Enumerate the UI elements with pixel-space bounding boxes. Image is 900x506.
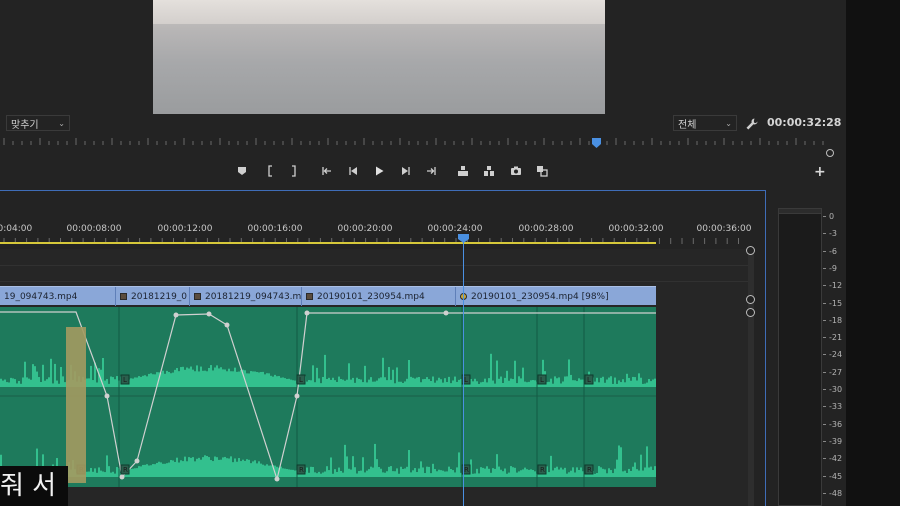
ruler-label: 00:00:32:00	[608, 224, 664, 234]
clip-label: 20190101_230954.mp4 [98%]	[471, 291, 609, 302]
resolution-dropdown[interactable]: 전체 ⌄	[673, 115, 737, 131]
go-to-in-icon[interactable]	[319, 162, 335, 180]
meter-scale-label: -24	[823, 350, 842, 359]
scroll-handle-mid[interactable]	[746, 295, 755, 304]
ruler-label: 00:00:20:00	[337, 224, 393, 234]
fx-badge-icon	[194, 293, 201, 300]
svg-text:R: R	[299, 466, 304, 474]
video-clip[interactable]: 20190101_230954.mp4 [98%]	[456, 287, 656, 306]
scroll-handle-bottom[interactable]	[746, 308, 755, 317]
meter-scale-label: -15	[823, 299, 842, 308]
svg-text:R: R	[464, 466, 469, 474]
meter-bar	[778, 208, 822, 506]
monitor-time-ruler[interactable]	[0, 136, 838, 152]
meter-scale-label: -3	[823, 229, 837, 238]
meter-scale-label: -21	[823, 333, 842, 342]
fx-badge-icon	[306, 293, 313, 300]
chevron-down-icon: ⌄	[725, 118, 732, 128]
panel-edge	[846, 0, 900, 506]
audio-track-a1[interactable]: L L L L L R R R R R R	[0, 307, 656, 487]
video-clip[interactable]: 20181219_0	[116, 287, 190, 306]
add-button-icon[interactable]: +	[814, 164, 826, 180]
video-track-v1[interactable]: 19_094743.mp4 20181219_0 20181219_094743…	[0, 286, 656, 306]
marker-icon[interactable]	[234, 162, 250, 180]
ruler-label: 00:00:08:00	[66, 224, 122, 234]
selected-region[interactable]	[66, 327, 86, 483]
ruler-label: 00:00:24:00	[427, 224, 483, 234]
monitor-end-handle[interactable]	[826, 149, 834, 157]
meter-scale-label: -42	[823, 454, 842, 463]
resolution-dropdown-label: 전체	[678, 119, 697, 131]
meter-scale-label: -18	[823, 316, 842, 325]
video-preview	[153, 0, 605, 114]
ruler-label: 00:00:16:00	[247, 224, 303, 234]
work-area-bar[interactable]	[0, 242, 656, 244]
video-clip[interactable]: 20190101_230954.mp4	[302, 287, 456, 306]
monitor-playhead[interactable]	[592, 138, 601, 148]
subtitle-overlay: 줘 서	[0, 466, 68, 506]
playhead-handle[interactable]	[458, 234, 469, 243]
timeline-ruler[interactable]: 00:04:00 00:00:08:00 00:00:12:00 00:00:1…	[0, 224, 766, 236]
meter-scale-label: -12	[823, 281, 842, 290]
video-clip[interactable]: 20181219_094743.m	[190, 287, 302, 306]
fit-dropdown-label: 맞추기	[11, 119, 39, 131]
playhead-line[interactable]	[463, 237, 464, 506]
extract-icon[interactable]	[481, 162, 497, 180]
svg-text:R: R	[587, 466, 592, 474]
transport-controls	[0, 162, 846, 182]
camera-icon[interactable]	[508, 162, 524, 180]
clip-label: 20181219_0	[131, 291, 188, 302]
svg-text:R: R	[540, 466, 545, 474]
playhead-timecode[interactable]: 00:00:32:28	[767, 116, 841, 129]
program-monitor: 맞추기 ⌄ 전체 ⌄ 00:00:32:28	[0, 0, 846, 190]
clip-label: 19_094743.mp4	[4, 291, 78, 302]
ruler-label: 00:00:28:00	[518, 224, 574, 234]
video-clip[interactable]: 19_094743.mp4	[0, 287, 116, 306]
sequence-timeline[interactable]: 00:04:00 00:00:08:00 00:00:12:00 00:00:1…	[0, 190, 766, 506]
svg-text:R: R	[123, 466, 128, 474]
compare-icon[interactable]	[534, 162, 550, 180]
meter-scale-label: -6	[823, 247, 837, 256]
vertical-scrollbar[interactable]	[748, 249, 754, 506]
ruler-label: 00:00:12:00	[157, 224, 213, 234]
step-back-icon[interactable]	[345, 162, 361, 180]
scroll-handle-top[interactable]	[746, 246, 755, 255]
premiere-workspace: 맞추기 ⌄ 전체 ⌄ 00:00:32:28 + 0:04:00 00:00:0…	[0, 0, 900, 506]
mark-out-icon[interactable]	[286, 162, 302, 180]
svg-text:L: L	[540, 376, 544, 384]
lift-icon[interactable]	[455, 162, 471, 180]
mark-in-icon[interactable]	[262, 162, 278, 180]
meter-scale-label: -9	[823, 264, 837, 273]
meter-scale-label: -39	[823, 437, 842, 446]
meter-scale-label: -27	[823, 368, 842, 377]
meter-scale-label: -30	[823, 385, 842, 394]
meter-scale-label: -33	[823, 402, 842, 411]
meter-peak-indicator[interactable]	[778, 208, 822, 214]
chevron-down-icon: ⌄	[58, 118, 65, 128]
ruler-label: 00:04:00	[0, 224, 33, 234]
meter-scale-label: -48	[823, 489, 842, 498]
svg-text:L: L	[587, 376, 591, 384]
clip-label: 20181219_094743.m	[205, 291, 302, 302]
play-icon[interactable]	[371, 162, 387, 180]
meter-scale-label: -45	[823, 472, 842, 481]
fit-dropdown[interactable]: 맞추기 ⌄	[6, 115, 70, 131]
clip-label: 20190101_230954.mp4	[317, 291, 425, 302]
meter-scale-label: -36	[823, 420, 842, 429]
svg-text:L: L	[464, 376, 468, 384]
audio-meter: 0 -3 -6 -9 -12 -15 -18 -21 -24 -27 -30 -33 -36 -39 -42…	[766, 190, 846, 506]
svg-text:L: L	[299, 376, 303, 384]
fx-badge-icon	[120, 293, 127, 300]
step-forward-icon[interactable]	[398, 162, 414, 180]
svg-text:L: L	[123, 376, 127, 384]
go-to-out-icon[interactable]	[423, 162, 439, 180]
meter-scale-label: 0	[823, 212, 834, 221]
wrench-icon[interactable]	[745, 116, 759, 130]
ruler-label: 00:00:36:00	[696, 224, 752, 234]
